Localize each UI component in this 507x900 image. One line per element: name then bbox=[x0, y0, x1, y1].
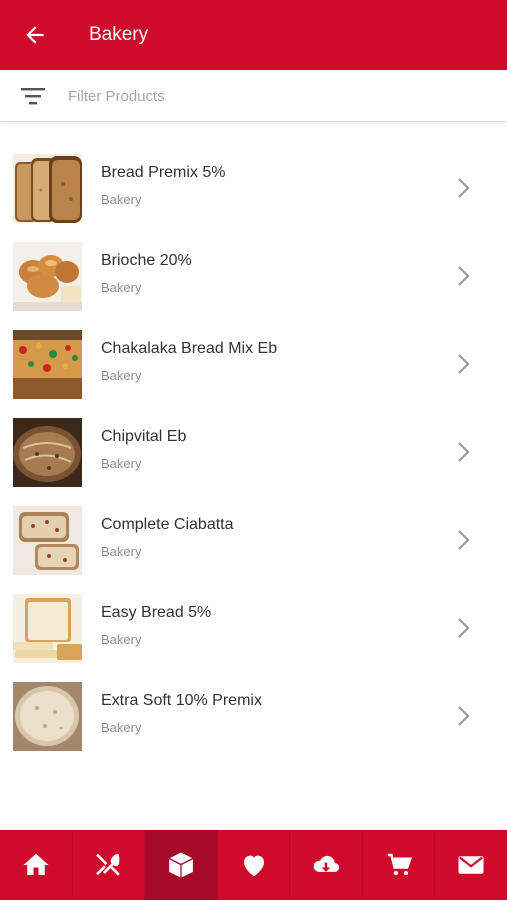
sliced-bread-image bbox=[13, 154, 82, 223]
product-list-item[interactable]: Extra Soft 10% Premix Bakery bbox=[0, 672, 507, 760]
nav-home[interactable] bbox=[0, 830, 73, 900]
product-list-item[interactable]: Complete Ciabatta Bakery bbox=[0, 496, 507, 584]
product-category: Bakery bbox=[101, 192, 142, 207]
page-title: Bakery bbox=[89, 24, 149, 45]
product-category: Bakery bbox=[101, 368, 142, 383]
ciabatta-image bbox=[13, 506, 82, 575]
product-category: Bakery bbox=[101, 280, 142, 295]
filter-bar bbox=[0, 70, 507, 122]
box-icon bbox=[169, 852, 193, 878]
chevron-right-icon bbox=[458, 618, 470, 638]
product-list-item[interactable]: Easy Bread 5% Bakery bbox=[0, 584, 507, 672]
mail-icon bbox=[458, 856, 484, 874]
product-name: Brioche 20% bbox=[101, 252, 192, 269]
product-list-item[interactable]: Brioche 20% Bakery bbox=[0, 232, 507, 320]
product-name: Complete Ciabatta bbox=[101, 516, 234, 533]
product-name: Bread Premix 5% bbox=[101, 164, 226, 181]
nav-products[interactable] bbox=[145, 830, 218, 900]
product-name: Easy Bread 5% bbox=[101, 604, 212, 621]
product-category: Bakery bbox=[101, 720, 142, 735]
nav-recipes[interactable] bbox=[73, 830, 146, 900]
product-name: Extra Soft 10% Premix bbox=[101, 692, 262, 709]
nav-cart[interactable] bbox=[363, 830, 436, 900]
product-list: Bread Premix 5% Bakery Brioche 20% Baker… bbox=[0, 144, 507, 760]
cloud-download-icon bbox=[313, 855, 340, 872]
product-list-item[interactable]: Chakalaka Bread Mix Eb Bakery bbox=[0, 320, 507, 408]
bottom-nav bbox=[0, 830, 507, 900]
rustic-loaf-image bbox=[13, 418, 82, 487]
back-button[interactable] bbox=[18, 18, 52, 52]
back-arrow-icon bbox=[26, 26, 44, 44]
nav-contact[interactable] bbox=[435, 830, 507, 900]
home-icon bbox=[23, 853, 49, 875]
heart-icon bbox=[243, 855, 264, 877]
flatbread-image bbox=[13, 682, 82, 751]
product-name: Chakalaka Bread Mix Eb bbox=[101, 340, 278, 357]
product-list-item[interactable]: Chipvital Eb Bakery bbox=[0, 408, 507, 496]
product-category: Bakery bbox=[101, 456, 142, 471]
chevron-right-icon bbox=[458, 178, 470, 198]
product-list-item[interactable]: Bread Premix 5% Bakery bbox=[0, 144, 507, 232]
filter-icon[interactable] bbox=[20, 84, 46, 108]
filter-input[interactable] bbox=[58, 80, 478, 112]
app-bar: Bakery bbox=[0, 0, 507, 70]
chevron-right-icon bbox=[458, 442, 470, 462]
cart-icon bbox=[387, 853, 412, 876]
nav-downloads[interactable] bbox=[290, 830, 363, 900]
chakalaka-bread-image bbox=[13, 330, 82, 399]
product-category: Bakery bbox=[101, 544, 142, 559]
chevron-right-icon bbox=[458, 266, 470, 286]
fork-knife-icon bbox=[96, 853, 121, 876]
white-loaf-image bbox=[13, 594, 82, 663]
chevron-right-icon bbox=[458, 354, 470, 374]
brioche-image bbox=[13, 242, 82, 311]
chevron-right-icon bbox=[458, 530, 470, 550]
chevron-right-icon bbox=[458, 706, 470, 726]
nav-favorites[interactable] bbox=[218, 830, 291, 900]
product-category: Bakery bbox=[101, 632, 142, 647]
product-name: Chipvital Eb bbox=[101, 428, 187, 445]
